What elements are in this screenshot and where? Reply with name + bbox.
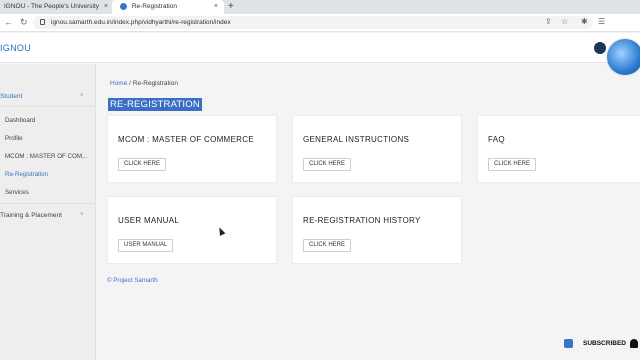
card-user-manual: USER MANUAL USER MANUAL xyxy=(107,196,277,264)
reading-list-icon[interactable]: ☰ xyxy=(598,17,605,26)
site-favicon-icon xyxy=(120,2,127,10)
browser-toolbar: ← ↻ ignou.samarth.edu.in/index.php/vidhy… xyxy=(0,14,640,32)
sidebar-item-programme[interactable]: MCOM : MASTER OF COM... xyxy=(5,153,87,160)
card-title: USER MANUAL xyxy=(118,216,180,225)
thumbs-up-icon xyxy=(564,339,573,348)
avatar[interactable] xyxy=(594,42,606,54)
site-logo[interactable]: IGNOU xyxy=(0,43,31,53)
close-tab-icon[interactable]: × xyxy=(104,0,108,14)
divider xyxy=(0,203,96,204)
breadcrumb-separator: / xyxy=(129,80,131,87)
sidebar-item-re-registration[interactable]: Re-Registration xyxy=(5,171,48,178)
bookmark-star-icon[interactable]: ☆ xyxy=(561,17,568,26)
reload-icon[interactable]: ↻ xyxy=(20,17,28,28)
back-icon[interactable]: ← xyxy=(4,17,13,27)
chevron-up-icon[interactable]: ˄ xyxy=(80,93,84,99)
sidebar-item-services[interactable]: Services xyxy=(5,189,29,196)
tab-ignou-home[interactable]: IGNOU - The People's University × xyxy=(0,0,110,14)
bell-icon xyxy=(630,339,638,348)
click-here-button[interactable]: CLICK HERE xyxy=(303,158,352,171)
click-here-button[interactable]: CLICK HERE xyxy=(488,158,537,171)
card-general-instructions: GENERAL INSTRUCTIONS CLICK HERE xyxy=(292,115,462,183)
sidebar: Student ˄ Dashboard Profile MCOM : MASTE… xyxy=(0,64,96,360)
card-title: RE-REGISTRATION HISTORY xyxy=(303,216,421,225)
subscribed-badge: SUBSCRIBED xyxy=(583,340,626,347)
breadcrumb-current: Re-Registration xyxy=(132,80,178,87)
main-content: Home / Re-Registration RE-REGISTRATION M… xyxy=(97,64,640,360)
url-text: ignou.samarth.edu.in/index.php/vidhyarth… xyxy=(51,19,231,26)
browser-tab-bar: IGNOU - The People's University × Re-Reg… xyxy=(0,0,640,14)
tab-re-registration[interactable]: Re-Registration × xyxy=(112,0,224,14)
click-here-button[interactable]: CLICK HERE xyxy=(303,239,352,252)
sidebar-item-profile[interactable]: Profile xyxy=(5,135,23,142)
sidebar-section-student[interactable]: Student xyxy=(0,93,22,100)
sidebar-item-dashboard[interactable]: Dashboard xyxy=(5,117,35,124)
card-title: MCOM : MASTER OF COMMERCE xyxy=(118,135,254,144)
tab-label: Re-Registration xyxy=(131,3,177,10)
new-tab-button[interactable]: + xyxy=(228,0,234,13)
breadcrumb-home-link[interactable]: Home xyxy=(110,80,127,87)
user-manual-button[interactable]: USER MANUAL xyxy=(118,239,174,252)
close-tab-icon[interactable]: × xyxy=(214,0,218,14)
card-faq: FAQ CLICK HERE xyxy=(477,115,640,183)
lock-icon[interactable] xyxy=(40,19,45,25)
card-re-registration-history: RE-REGISTRATION HISTORY CLICK HERE xyxy=(292,196,462,264)
footer-link[interactable]: © Project Samarth xyxy=(107,277,158,284)
app-header: IGNOU xyxy=(0,33,640,75)
divider xyxy=(0,106,96,107)
card-title: GENERAL INSTRUCTIONS xyxy=(303,135,410,144)
breadcrumb: Home / Re-Registration xyxy=(110,80,178,87)
card-title: FAQ xyxy=(488,135,505,144)
address-bar[interactable]: ignou.samarth.edu.in/index.php/vidhyarth… xyxy=(33,16,593,29)
card-programme: MCOM : MASTER OF COMMERCE CLICK HERE xyxy=(107,115,277,183)
chevron-down-icon[interactable]: ˅ xyxy=(80,212,84,218)
tab-label: IGNOU - The People's University xyxy=(4,3,100,10)
share-icon[interactable]: ⇪ xyxy=(545,17,552,26)
sidebar-section-training[interactable]: Training & Placement xyxy=(0,212,62,219)
page-title: RE-REGISTRATION xyxy=(108,98,202,111)
extensions-icon[interactable]: ✱ xyxy=(581,17,588,26)
click-here-button[interactable]: CLICK HERE xyxy=(118,158,167,171)
